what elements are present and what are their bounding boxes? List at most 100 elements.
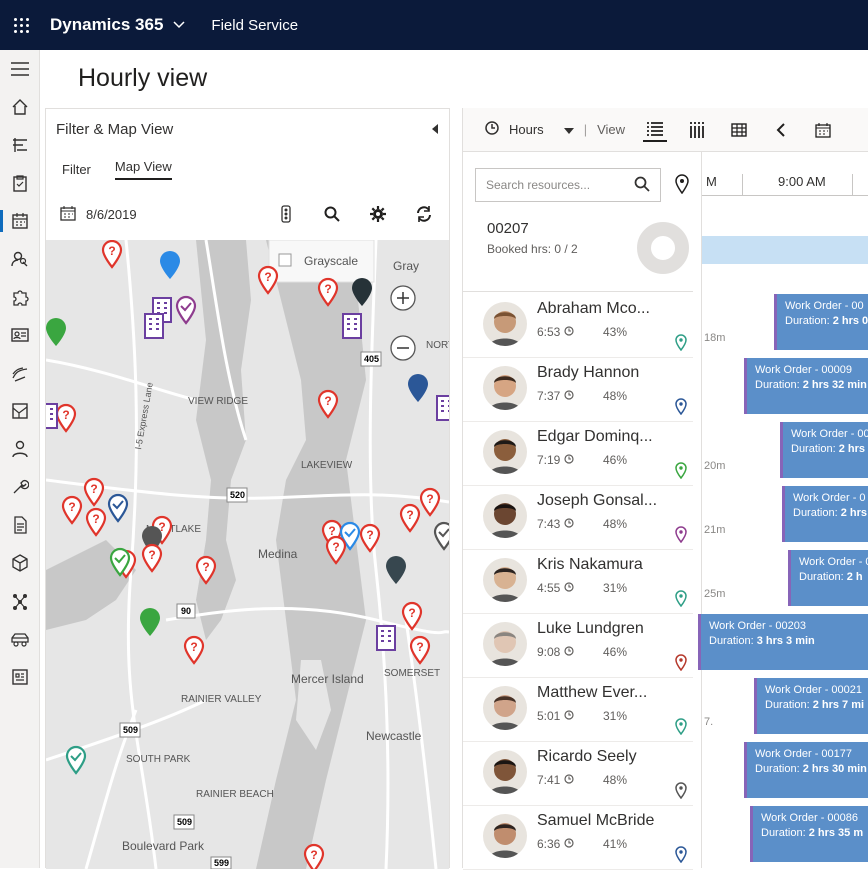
chevron-down-icon[interactable] <box>563 122 574 137</box>
search-icon[interactable] <box>321 203 343 225</box>
chevron-down-icon[interactable] <box>173 18 185 32</box>
work-order-block[interactable]: Work Order - 0 Duration: 2 hrs <box>782 486 868 542</box>
location-pin-icon[interactable] <box>675 654 687 676</box>
panel-header: Filter & Map View <box>46 109 449 149</box>
resource-name[interactable]: Samuel McBride <box>537 812 654 830</box>
resource-row[interactable]: Brady Hannon 7:37 48% <box>463 358 693 422</box>
location-pin-icon[interactable] <box>675 526 687 548</box>
gray-label: Gray <box>393 259 419 273</box>
work-order-block[interactable]: Work Order - 0 Duration: 2 h <box>788 550 868 606</box>
work-order-duration: Duration: 2 hrs 7 mi <box>765 699 865 711</box>
work-order-block[interactable]: Work Order - 00021 Duration: 2 hrs 7 mi <box>754 678 868 734</box>
location-pin-icon[interactable] <box>675 398 687 420</box>
map-pin-icon: ? <box>83 477 105 507</box>
clock-icon <box>564 390 574 400</box>
calendar-icon[interactable] <box>0 202 39 240</box>
search-resources-input[interactable]: Search resources... <box>475 168 661 202</box>
resource-row[interactable]: Joseph Gonsal... 7:43 48% <box>463 486 693 550</box>
list-view-icon[interactable] <box>643 118 668 142</box>
calendar-icon[interactable] <box>60 205 76 224</box>
user-search-icon[interactable] <box>0 240 39 278</box>
resource-utilization: 46% <box>603 645 628 659</box>
location-pin-icon[interactable] <box>675 334 687 356</box>
vehicle-icon[interactable] <box>0 620 39 658</box>
grid-view-icon[interactable] <box>727 118 751 142</box>
module-name[interactable]: Field Service <box>211 17 298 34</box>
gear-icon[interactable] <box>367 203 389 225</box>
zoom-out-button[interactable] <box>390 335 416 361</box>
hours-dropdown[interactable]: Hours <box>509 122 544 137</box>
resource-row[interactable]: Edgar Dominq... 7:19 46% <box>463 422 693 486</box>
list-tree-icon[interactable] <box>0 126 39 164</box>
selected-date[interactable]: 8/6/2019 <box>86 207 137 222</box>
document-icon[interactable] <box>0 506 39 544</box>
resource-name[interactable]: Matthew Ever... <box>537 684 647 702</box>
report-icon[interactable] <box>0 658 39 696</box>
chevron-left-icon[interactable] <box>769 118 793 142</box>
resource-name[interactable]: Abraham Mco... <box>537 300 650 318</box>
resource-utilization: 43% <box>603 325 628 339</box>
resource-row[interactable]: Samuel McBride 6:36 41% <box>463 806 693 870</box>
clock-icon <box>564 774 574 784</box>
collapse-panel-icon[interactable] <box>431 121 439 138</box>
location-pin-icon[interactable] <box>675 846 687 868</box>
road-shield: 509 <box>123 725 138 735</box>
resource-row[interactable]: Luke Lundgren 9:08 46% <box>463 614 693 678</box>
map-folder-icon[interactable] <box>0 392 39 430</box>
work-order-block[interactable]: Work Order - 00009 Duration: 2 hrs 32 mi… <box>744 358 868 414</box>
person-icon[interactable] <box>0 430 39 468</box>
resource-name[interactable]: Brady Hannon <box>537 364 639 382</box>
resource-name[interactable]: Kris Nakamura <box>537 556 643 574</box>
weather-icon[interactable] <box>0 354 39 392</box>
avatar <box>483 750 527 794</box>
zoom-in-button[interactable] <box>390 285 416 311</box>
clipboard-icon[interactable] <box>0 164 39 202</box>
svg-text:?: ? <box>190 640 197 654</box>
resource-name[interactable]: Edgar Dominq... <box>537 428 653 446</box>
wrench-icon[interactable] <box>0 468 39 506</box>
map-canvas[interactable]: VIEW RIDGE LAKEVIEW MONTLAKE Medina RAIN… <box>46 240 449 869</box>
traffic-icon[interactable] <box>275 203 297 225</box>
app-name[interactable]: Dynamics 365 <box>50 15 163 35</box>
work-order-block[interactable]: Work Order - 00 Duration: 2 hrs 5 <box>780 422 868 478</box>
tab-map-view[interactable]: Map View <box>114 159 172 180</box>
resource-row[interactable]: Abraham Mco... 6:53 43% <box>463 294 693 358</box>
hamburger-menu-icon[interactable] <box>0 50 39 88</box>
resource-hours: 5:01 <box>537 709 574 723</box>
map-label: LAKEVIEW <box>301 460 353 471</box>
vertical-view-icon[interactable] <box>685 118 709 142</box>
resource-row[interactable]: Matthew Ever... 5:01 31% <box>463 678 693 742</box>
resource-name[interactable]: Luke Lundgren <box>537 620 644 638</box>
work-order-block[interactable]: Work Order - 00 Duration: 2 hrs 0 <box>774 294 868 350</box>
app-launcher-button[interactable] <box>4 0 38 50</box>
puzzle-icon[interactable] <box>0 278 39 316</box>
search-icon[interactable] <box>634 176 650 195</box>
work-order-block[interactable]: Work Order - 00086 Duration: 2 hrs 35 m <box>750 806 868 862</box>
tab-filter[interactable]: Filter <box>62 162 91 177</box>
work-order-block[interactable]: Work Order - 00203 Duration: 3 hrs 3 min <box>698 614 868 670</box>
avatar <box>483 558 527 602</box>
avatar <box>483 430 527 474</box>
resource-name[interactable]: Ricardo Seely <box>537 748 637 766</box>
resource-row[interactable]: Ricardo Seely 7:41 48% <box>463 742 693 806</box>
location-pin-icon[interactable] <box>675 718 687 740</box>
schedule-timeline[interactable]: M 9:00 AM Work Order - 00 Duration: 2 hr… <box>698 152 868 868</box>
network-icon[interactable] <box>0 582 39 620</box>
location-pin-icon[interactable] <box>675 590 687 612</box>
work-order-block[interactable]: Work Order - 00177 Duration: 2 hrs 30 mi… <box>744 742 868 798</box>
location-pin-icon[interactable] <box>675 782 687 804</box>
clock-icon <box>564 326 574 336</box>
home-icon[interactable] <box>0 88 39 126</box>
resource-name[interactable]: Joseph Gonsal... <box>537 492 657 510</box>
clock-icon <box>564 518 574 528</box>
map-view[interactable]: VIEW RIDGE LAKEVIEW MONTLAKE Medina RAIN… <box>46 240 449 869</box>
location-pin-icon[interactable] <box>675 174 689 199</box>
requirement-summary[interactable]: 00207 Booked hrs: 0 / 2 <box>463 212 693 292</box>
package-icon[interactable] <box>0 544 39 582</box>
resource-row[interactable]: Kris Nakamura 4:55 31% <box>463 550 693 614</box>
contact-card-icon[interactable] <box>0 316 39 354</box>
refresh-icon[interactable] <box>413 203 435 225</box>
calendar-icon[interactable] <box>811 118 835 142</box>
location-pin-icon[interactable] <box>675 462 687 484</box>
work-order-title: Work Order - 00 <box>785 300 864 312</box>
